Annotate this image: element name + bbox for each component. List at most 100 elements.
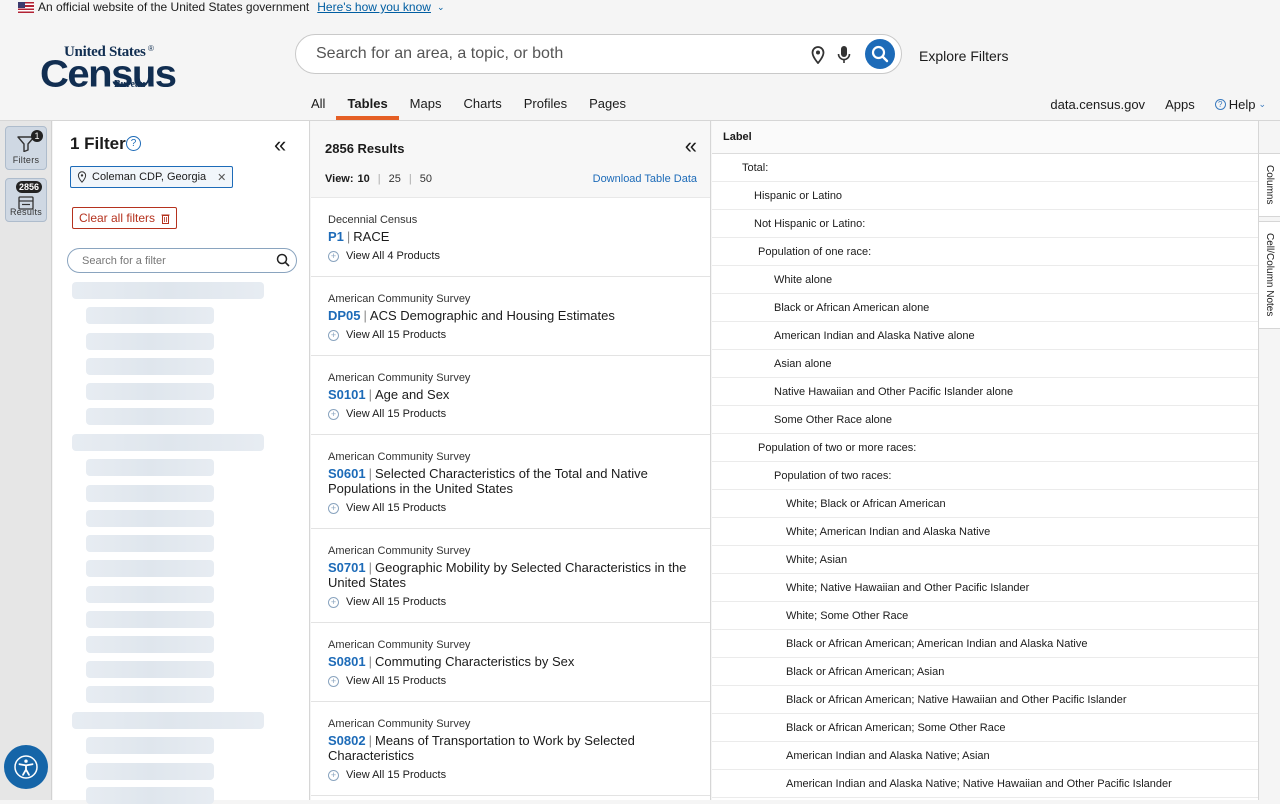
loading-placeholder [86, 307, 214, 324]
results-rail-label: Results [9, 207, 43, 217]
table-row: Population of two or more races: [712, 434, 1258, 462]
result-code-link[interactable]: S0101 [328, 387, 366, 402]
loading-placeholder [86, 560, 214, 577]
view-all-products-link[interactable]: + View All 15 Products [328, 502, 695, 514]
view-all-products-link[interactable]: + View All 15 Products [328, 769, 695, 781]
tab-profiles[interactable]: Profiles [513, 96, 578, 120]
help-icon[interactable]: ? [126, 136, 141, 151]
explore-filters-link[interactable]: Explore Filters [919, 48, 1008, 64]
tab-pages[interactable]: Pages [578, 96, 637, 120]
result-title-text: Age and Sex [374, 387, 450, 402]
filter-search-input[interactable] [68, 254, 258, 267]
result-survey: American Community Survey [328, 451, 471, 463]
result-title-text: ACS Demographic and Housing Estimates [369, 308, 615, 323]
main-search-input[interactable] [296, 45, 776, 63]
accessibility-button[interactable] [4, 745, 48, 789]
gov-banner-text: An official website of the United States… [38, 0, 310, 14]
row-label: Total: [742, 162, 769, 174]
results-list: Decennial Census P1 | RACE + View All 4 Pro… [311, 198, 710, 796]
results-count-badge: 2856 [15, 181, 42, 193]
row-label: White; American Indian and Alaska Native [786, 526, 991, 538]
loading-placeholder [86, 737, 214, 754]
columns-tab[interactable]: Columns [1259, 153, 1280, 217]
location-pin-icon [77, 171, 87, 183]
view-all-products-link[interactable]: + View All 15 Products [328, 329, 695, 341]
view-option-10[interactable]: 10 [358, 173, 370, 185]
result-code-link[interactable]: DP05 [328, 308, 361, 323]
left-rail: 1 Filters 2856 Results [0, 121, 52, 800]
download-table-data-link[interactable]: Download Table Data [593, 173, 697, 185]
collapse-results-icon[interactable]: « [685, 135, 697, 157]
results-panel: 2856 Results « View: 10 | 25 | 50 Downlo… [311, 121, 711, 800]
results-rail-button[interactable]: 2856 Results [5, 178, 47, 222]
location-pin-icon[interactable] [810, 46, 826, 64]
heres-how-you-know-link[interactable]: Here's how you know [317, 0, 431, 14]
result-item[interactable]: American Community Survey S0801 | Commutin… [311, 623, 710, 702]
table-row: Black or African American; American Indi… [712, 630, 1258, 658]
result-item[interactable]: American Community Survey S0601 | Selected… [311, 435, 710, 529]
view-option-50[interactable]: 50 [420, 173, 432, 185]
view-all-products-link[interactable]: + View All 15 Products [328, 596, 695, 608]
filter-chip-label: Coleman CDP, Georgia [92, 171, 207, 183]
view-products-label: View All 15 Products [346, 596, 447, 608]
result-code-link[interactable]: S0801 [328, 654, 366, 669]
view-all-products-link[interactable]: + View All 4 Products [328, 250, 695, 262]
table-row: Black or African American; Native Hawaii… [712, 686, 1258, 714]
result-survey: American Community Survey [328, 545, 471, 557]
view-option-25[interactable]: 25 [389, 173, 401, 185]
data-census-link[interactable]: data.census.gov [1050, 97, 1145, 112]
view-all-products-link[interactable]: + View All 15 Products [328, 675, 695, 687]
row-label: Not Hispanic or Latino: [754, 218, 866, 230]
tab-all[interactable]: All [300, 96, 336, 120]
result-title-text: Commuting Characteristics by Sex [374, 654, 575, 669]
view-products-label: View All 15 Products [346, 502, 447, 514]
tab-charts[interactable]: Charts [452, 96, 512, 120]
tab-maps[interactable]: Maps [399, 96, 453, 120]
result-item[interactable]: American Community Survey S0701 | Geograph… [311, 529, 710, 623]
loading-placeholder [86, 763, 214, 780]
tab-tables[interactable]: Tables [336, 96, 399, 120]
result-item[interactable]: American Community Survey S0101 | Age and … [311, 356, 710, 435]
chevron-down-icon[interactable]: ⌄ [437, 0, 445, 14]
table-row: Black or African American; Some Other Ra… [712, 714, 1258, 742]
filters-rail-label: Filters [12, 155, 40, 165]
apps-link[interactable]: Apps [1165, 97, 1195, 112]
result-item[interactable]: Decennial Census P1 | RACE + View All 4 Pro… [311, 198, 710, 277]
result-item[interactable]: American Community Survey DP05 | ACS Demog… [311, 277, 710, 356]
table-row: Some Other Race alone [712, 406, 1258, 434]
cell-column-notes-tab[interactable]: Cell/Column Notes [1259, 221, 1280, 329]
table-row: Total: [712, 154, 1258, 182]
result-code-link[interactable]: S0601 [328, 466, 366, 481]
collapse-filters-icon[interactable]: « [274, 134, 286, 156]
result-code-link[interactable]: S0802 [328, 733, 366, 748]
microphone-icon[interactable] [837, 45, 851, 65]
help-menu[interactable]: ? Help ⌄ [1214, 97, 1266, 112]
result-code-link[interactable]: S0701 [328, 560, 366, 575]
view-products-label: View All 15 Products [346, 675, 447, 687]
trash-icon [161, 214, 170, 224]
table-row: Native Hawaiian and Other Pacific Island… [712, 378, 1258, 406]
census-logo[interactable]: United States ® Census Bureau [40, 44, 177, 93]
filters-rail-button[interactable]: 1 Filters [5, 126, 47, 170]
search-button[interactable] [865, 39, 895, 69]
view-all-products-link[interactable]: + View All 15 Products [328, 408, 695, 420]
remove-filter-icon[interactable]: ✕ [217, 171, 226, 184]
utility-nav: data.census.gov Apps ? Help ⌄ [1050, 97, 1266, 112]
main-search-bar [295, 34, 902, 74]
result-title-text: Geographic Mobility by Selected Characte… [328, 560, 687, 590]
table-row: Population of two races: [712, 462, 1258, 490]
loading-placeholder [86, 510, 214, 527]
label-column-header[interactable]: Label [712, 121, 1258, 154]
logo-line-3: Bureau [114, 79, 146, 90]
result-item[interactable]: American Community Survey S0802 | Means of… [311, 702, 710, 796]
clear-all-filters-button[interactable]: Clear all filters [72, 207, 178, 229]
table-row: White; Native Hawaiian and Other Pacific… [712, 574, 1258, 602]
loading-placeholder [72, 712, 264, 729]
result-code-link[interactable]: P1 [328, 229, 344, 244]
search-icon[interactable] [276, 253, 290, 267]
loading-placeholder [86, 485, 214, 502]
row-label: Native Hawaiian and Other Pacific Island… [774, 386, 1014, 398]
result-survey: American Community Survey [328, 293, 471, 305]
row-label: American Indian and Alaska Native; Nativ… [786, 778, 1172, 790]
view-products-label: View All 15 Products [346, 408, 447, 420]
